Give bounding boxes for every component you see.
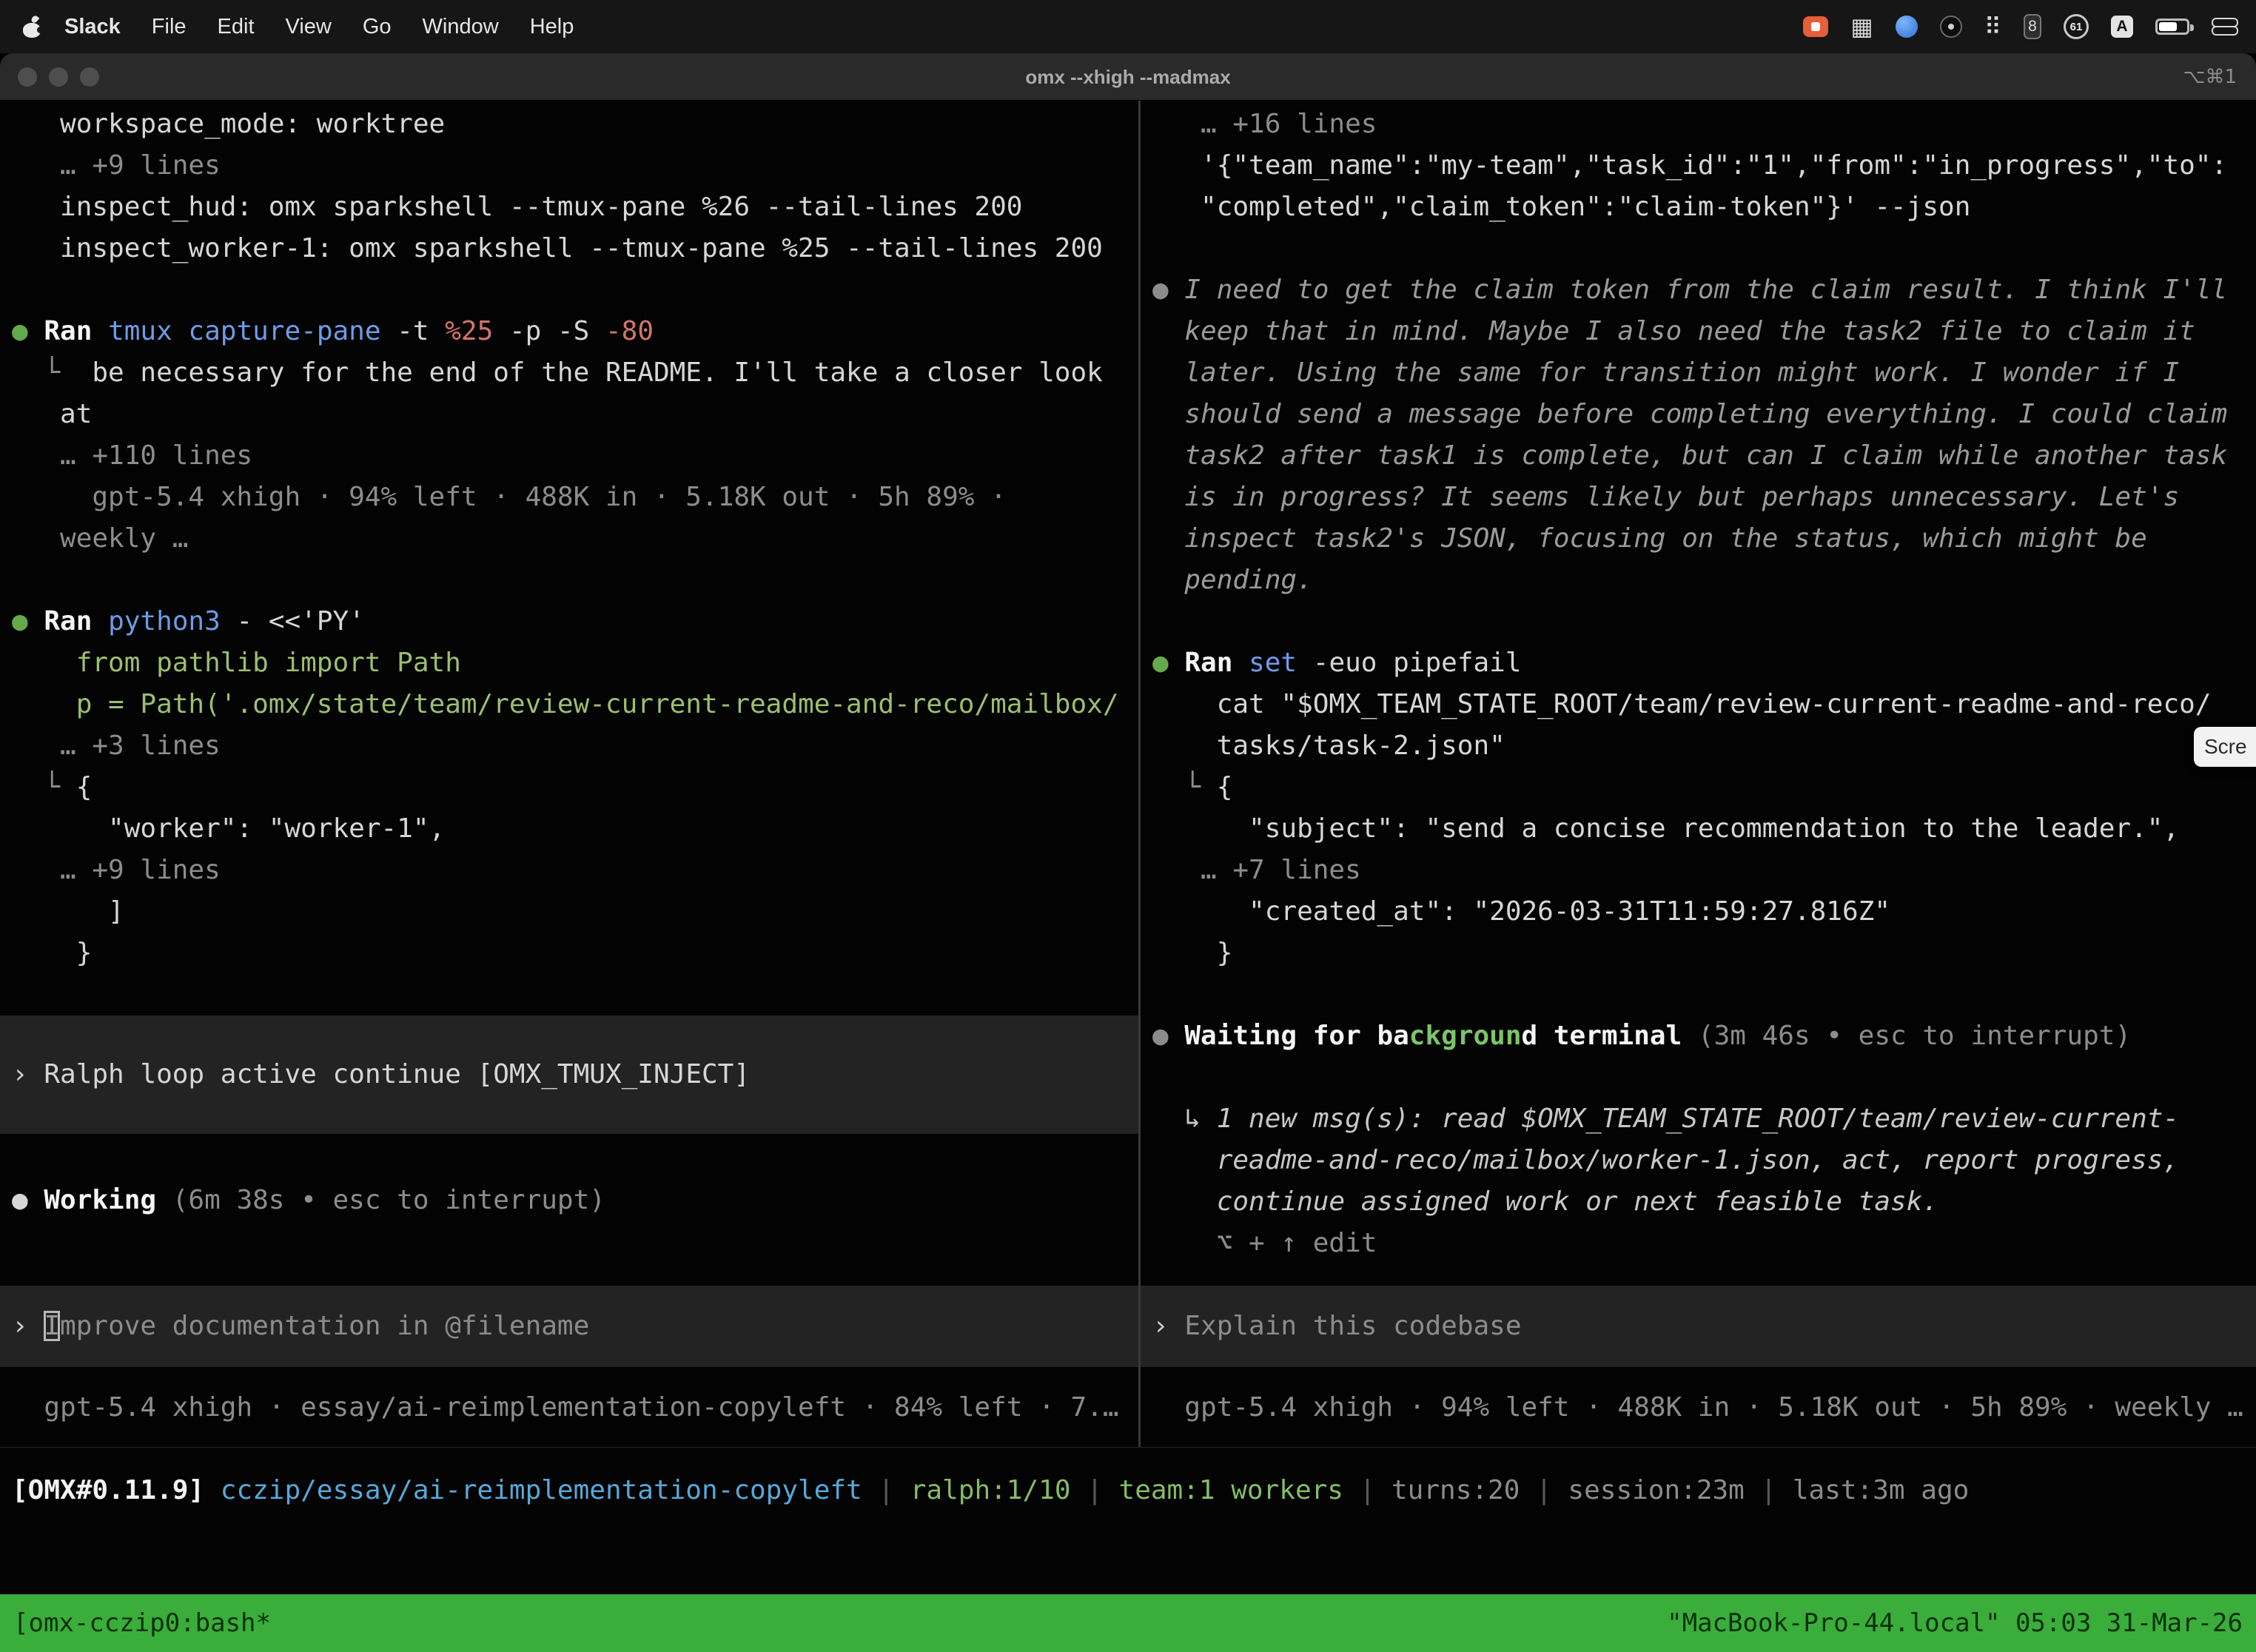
terminal-line: ● I need to get the claim token from the…: [1152, 269, 2256, 311]
terminal-line: is in progress? It seems likely but perh…: [1152, 477, 2256, 518]
screen-share-overlay[interactable]: Scre: [2194, 727, 2256, 767]
terminal-line: … +7 lines: [1152, 850, 2256, 891]
terminal-line: [1152, 974, 2256, 1015]
terminal-line: }: [12, 933, 1138, 974]
menu-app-name[interactable]: Slack: [49, 15, 136, 39]
menu-bar-status-icons: ▦ ⠿ 8 61 A: [1803, 13, 2256, 41]
app-8-icon[interactable]: 8: [2024, 14, 2041, 39]
menu-item-go[interactable]: Go: [347, 15, 407, 39]
screen-recording-icon[interactable]: [1803, 16, 1828, 37]
status-separator: [0, 1447, 2256, 1448]
blue-app-icon[interactable]: [1896, 16, 1918, 38]
terminal-line: }: [1152, 933, 2256, 974]
terminal-line: at: [12, 394, 1138, 435]
terminal-line: tasks/task-2.json": [1152, 725, 2256, 767]
menu-bar: Slack File Edit View Go Window Help ▦ ⠿ …: [0, 0, 2256, 53]
menu-item-help[interactable]: Help: [514, 15, 590, 39]
terminal-line: └ {: [1152, 767, 2256, 808]
menu-item-window[interactable]: Window: [407, 15, 514, 39]
tmux-pane-left[interactable]: workspace_mode: worktree … +9 lines insp…: [0, 101, 1138, 1447]
terminal-line: inspect_hud: omx sparkshell --tmux-pane …: [12, 187, 1138, 228]
terminal-line: ● Ran python3 - <<'PY': [12, 601, 1138, 642]
dots-grid-icon[interactable]: ⠿: [1984, 13, 2001, 41]
menu-item-file[interactable]: File: [136, 15, 202, 39]
terminal-line: "created_at": "2026-03-31T11:59:27.816Z": [1152, 891, 2256, 933]
terminal-line: inspect task2's JSON, focusing on the st…: [1152, 518, 2256, 560]
terminal-line: ↳ 1 new msg(s): read $OMX_TEAM_STATE_ROO…: [1152, 1098, 2256, 1140]
terminal-content: workspace_mode: worktree … +9 lines insp…: [0, 101, 2256, 1652]
terminal-line: ● Waiting for background terminal (3m 46…: [1152, 1015, 2256, 1057]
terminal-line: … +9 lines: [12, 850, 1138, 891]
terminal-line: └ be necessary for the end of the README…: [12, 352, 1138, 394]
terminal-line: pending.: [1152, 560, 2256, 601]
terminal-line: keep that in mind. Maybe I also need the…: [1152, 311, 2256, 352]
battery-icon[interactable]: [2155, 19, 2189, 35]
tmux-pane-right[interactable]: … +16 lines '{"team_name":"my-team","tas…: [1141, 101, 2256, 1447]
terminal-line: weekly …: [12, 518, 1138, 560]
control-center-icon[interactable]: [2212, 18, 2235, 36]
terminal-line: └ {: [12, 767, 1138, 808]
terminal-line: gpt-5.4 xhigh · 94% left · 488K in · 5.1…: [1152, 1387, 2256, 1428]
prompt-band[interactable]: › Improve documentation in @filename: [0, 1286, 1138, 1367]
terminal-line: cat "$OMX_TEAM_STATE_ROOT/team/review-cu…: [1152, 684, 2256, 725]
tmux-session-label: [omx-cczip0:bash*: [13, 1608, 271, 1638]
terminal-line: task2 after task1 is complete, but can I…: [1152, 435, 2256, 477]
terminal-line: readme-and-reco/mailbox/worker-1.json, a…: [1152, 1140, 2256, 1181]
tmux-status-bar: [omx-cczip0:bash* "MacBook-Pro-44.local"…: [0, 1594, 2256, 1652]
terminal-line: later. Using the same for transition mig…: [1152, 352, 2256, 394]
terminal-line: workspace_mode: worktree: [12, 104, 1138, 145]
terminal-line: "worker": "worker-1",: [12, 808, 1138, 850]
terminal-window: omx --xhigh --madmax ⌥⌘1 workspace_mode:…: [0, 53, 2256, 1652]
menu-bar-left: Slack File Edit View Go Window Help: [0, 15, 589, 39]
keyboard-icon[interactable]: ▦: [1850, 13, 1873, 41]
terminal-line: ⌥ + ↑ edit: [1152, 1223, 2256, 1264]
window-title: omx --xhigh --madmax: [0, 53, 2256, 101]
terminal-line: inspect_worker-1: omx sparkshell --tmux-…: [12, 228, 1138, 269]
terminal-line: should send a message before completing …: [1152, 394, 2256, 435]
terminal-line: ● Ran set -euo pipefail: [1152, 642, 2256, 684]
terminal-line: [12, 560, 1138, 601]
terminal-line: ● Ran tmux capture-pane -t %25 -p -S -80: [12, 311, 1138, 352]
dark-app-icon[interactable]: [1940, 16, 1962, 38]
terminal-line: [OMX#0.11.9] cczip/essay/ai-reimplementa…: [12, 1470, 2256, 1511]
terminal-line: … +16 lines: [1152, 104, 2256, 145]
window-titlebar: omx --xhigh --madmax ⌥⌘1: [0, 53, 2256, 101]
terminal-line: ]: [12, 891, 1138, 933]
prompt-band[interactable]: › Ralph loop active continue [OMX_TMUX_I…: [0, 1015, 1138, 1134]
terminal-line: [1152, 601, 2256, 642]
terminal-line: '{"team_name":"my-team","task_id":"1","f…: [1152, 145, 2256, 187]
battery-percentage-icon[interactable]: 61: [2064, 14, 2089, 39]
terminal-line: gpt-5.4 xhigh · 94% left · 488K in · 5.1…: [12, 477, 1138, 518]
terminal-line: p = Path('.omx/state/team/review-current…: [12, 684, 1138, 725]
window-shortcut-hint: ⌥⌘1: [2183, 53, 2237, 101]
tmux-host-clock: "MacBook-Pro-44.local" 05:03 31-Mar-26: [1667, 1608, 2243, 1638]
terminal-line: continue assigned work or next feasible …: [1152, 1181, 2256, 1223]
prompt-band[interactable]: › Explain this codebase: [1141, 1286, 2256, 1367]
menu-item-view[interactable]: View: [270, 15, 347, 39]
terminal-line: "subject": "send a concise recommendatio…: [1152, 808, 2256, 850]
terminal-line: [1152, 228, 2256, 269]
terminal-line: "completed","claim_token":"claim-token"}…: [1152, 187, 2256, 228]
terminal-line: ● Working (6m 38s • esc to interrupt): [12, 1180, 1138, 1221]
terminal-line: … +110 lines: [12, 435, 1138, 477]
terminal-line: [12, 269, 1138, 311]
terminal-line: [1152, 1057, 2256, 1098]
terminal-line: … +3 lines: [12, 725, 1138, 767]
terminal-line: … +9 lines: [12, 145, 1138, 187]
terminal-line: from pathlib import Path: [12, 642, 1138, 684]
apple-menu-icon[interactable]: [22, 16, 41, 38]
terminal-line: gpt-5.4 xhigh · essay/ai-reimplementatio…: [12, 1387, 1138, 1428]
input-source-icon[interactable]: A: [2111, 16, 2133, 38]
menu-item-edit[interactable]: Edit: [202, 15, 270, 39]
omx-status-line: [OMX#0.11.9] cczip/essay/ai-reimplementa…: [12, 1470, 2256, 1511]
